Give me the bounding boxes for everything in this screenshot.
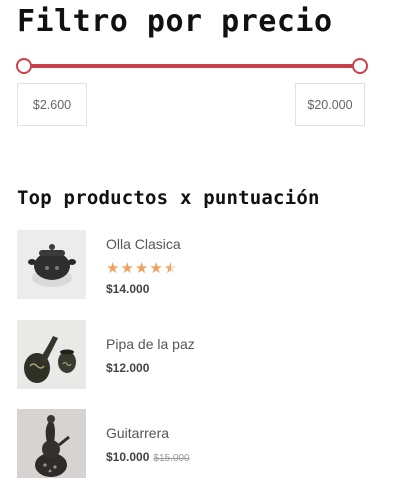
star-icon: ★ (149, 260, 164, 277)
star-icon: ★ (120, 260, 135, 277)
original-price: $15.000 (153, 453, 190, 464)
price-filter-title: Filtro por precio (17, 4, 333, 39)
product-name[interactable]: Olla Clasica (106, 236, 181, 252)
star-rating: ★★★★★ (106, 259, 178, 277)
product-name[interactable]: Pipa de la paz (106, 336, 195, 352)
product-image-olla[interactable] (17, 230, 86, 299)
product-image-pipa[interactable] (17, 320, 86, 389)
star-icon: ★ (106, 260, 121, 277)
product-item-guitarrera[interactable]: Guitarrera $10.000 $15.000 (17, 409, 377, 479)
product-item-pipa-de-la-paz[interactable]: Pipa de la paz $12.000 (17, 320, 377, 390)
product-name[interactable]: Guitarrera (106, 425, 169, 441)
product-price: $14.000 (106, 282, 150, 296)
slider-track[interactable] (22, 64, 362, 68)
product-price: $12.000 (106, 361, 150, 375)
slider-min-handle[interactable] (16, 58, 32, 74)
product-item-olla-clasica[interactable]: Olla Clasica ★★★★★ $14.000 (17, 230, 377, 300)
half-star-icon: ★ (163, 260, 179, 277)
min-price-field[interactable]: $2.600 (17, 83, 87, 126)
price-range-slider[interactable] (16, 58, 368, 74)
product-image-guitarrera[interactable] (17, 409, 86, 478)
star-icon: ★ (134, 260, 150, 277)
sale-price: $10.000 (106, 450, 150, 464)
max-price-field[interactable]: $20.000 (295, 83, 365, 126)
top-products-title: Top productos x puntuación (17, 187, 320, 209)
slider-max-handle[interactable] (352, 58, 368, 74)
product-price-group: $10.000 $15.000 (106, 450, 190, 464)
